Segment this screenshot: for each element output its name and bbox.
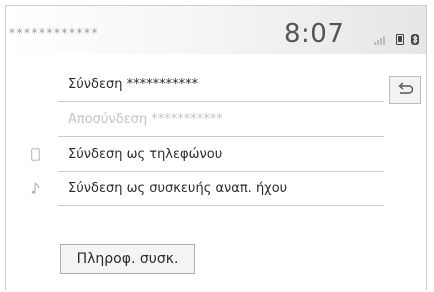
phone-icon xyxy=(396,34,404,45)
menu-item-label: Σύνδεση *********** xyxy=(68,77,199,92)
phone-icon xyxy=(31,148,40,161)
menu-item-label: Σύνδεση ως τηλεφώνου xyxy=(68,147,223,162)
clock: 8:07 xyxy=(284,19,345,49)
menu-item-disconnect: Αποσύνδεση *********** xyxy=(58,103,384,137)
menu-item-connect[interactable]: Σύνδεση *********** xyxy=(58,68,384,102)
screen-frame: ************ 8:07 Σύνδεση *********** Απ… xyxy=(5,5,427,290)
device-name-masked: ************ xyxy=(9,26,99,40)
menu-item-connect-audio[interactable]: Σύνδεση ως συσκευής αναπ. ήχου xyxy=(58,172,384,206)
back-button[interactable] xyxy=(389,76,421,104)
device-info-label: Πληροφ. συσκ. xyxy=(76,251,179,267)
status-bar: ************ 8:07 xyxy=(6,6,426,54)
menu-item-label: Σύνδεση ως συσκευής αναπ. ήχου xyxy=(68,181,288,196)
device-info-button[interactable]: Πληροφ. συσκ. xyxy=(60,244,195,274)
bluetooth-icon xyxy=(411,34,419,45)
music-note-icon xyxy=(31,182,40,194)
menu-item-label: Αποσύνδεση *********** xyxy=(68,112,223,127)
signal-icon xyxy=(374,36,385,45)
back-arrow-icon xyxy=(398,82,414,94)
menu-item-connect-phone[interactable]: Σύνδεση ως τηλεφώνου xyxy=(58,138,384,172)
